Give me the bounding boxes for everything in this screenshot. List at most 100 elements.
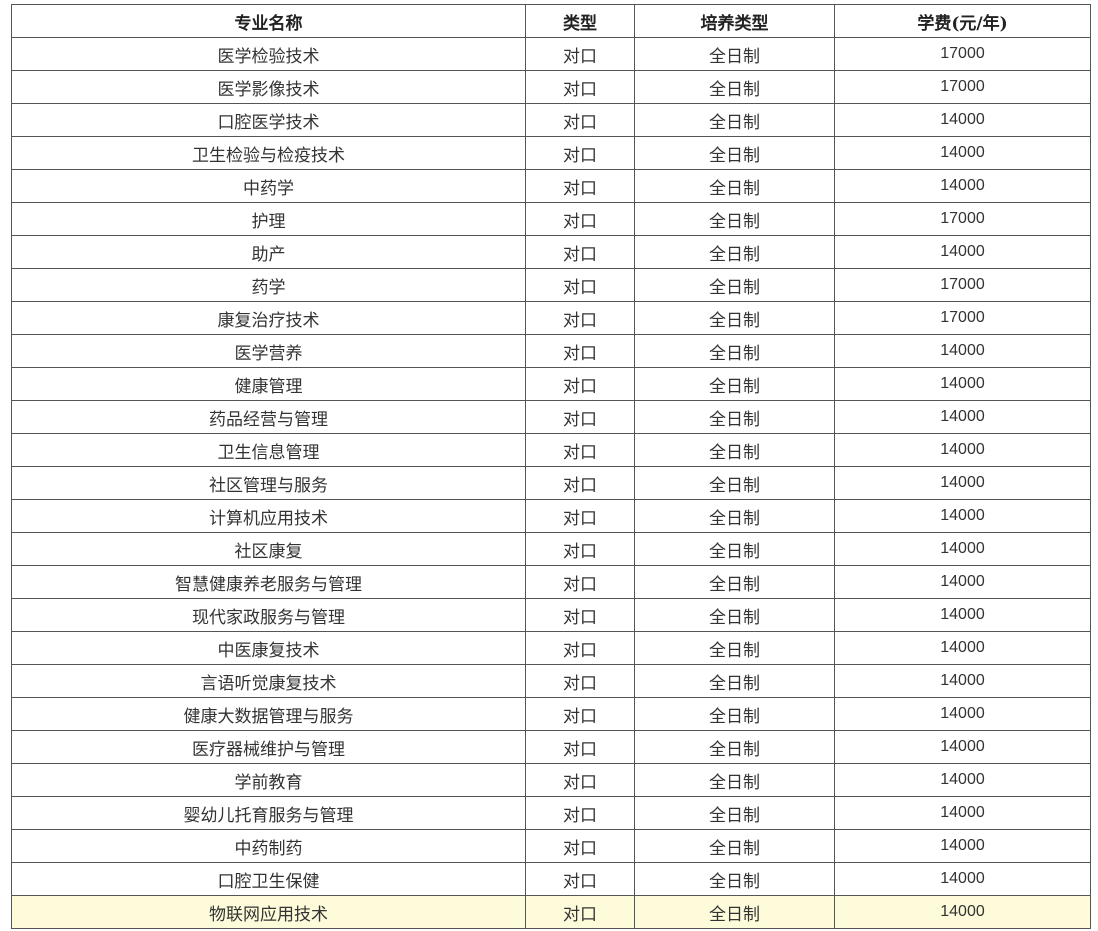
table-row: 医学影像技术 对口 全日制 17000 bbox=[11, 70, 1091, 104]
table-row: 言语听觉康复技术 对口 全日制 14000 bbox=[11, 664, 1091, 698]
cell-study-mode: 全日制 bbox=[634, 334, 835, 368]
cell-type: 对口 bbox=[525, 895, 635, 929]
table-row: 社区管理与服务 对口 全日制 14000 bbox=[11, 466, 1091, 500]
cell-tuition: 14000 bbox=[834, 433, 1091, 467]
table-row: 现代家政服务与管理 对口 全日制 14000 bbox=[11, 598, 1091, 632]
cell-type: 对口 bbox=[525, 466, 635, 500]
cell-tuition: 14000 bbox=[834, 862, 1091, 896]
cell-major-name: 康复治疗技术 bbox=[11, 301, 526, 335]
table-row: 药学 对口 全日制 17000 bbox=[11, 268, 1091, 302]
cell-tuition: 14000 bbox=[834, 697, 1091, 731]
cell-major-name: 中药学 bbox=[11, 169, 526, 203]
cell-major-name: 口腔卫生保健 bbox=[11, 862, 526, 896]
cell-tuition: 14000 bbox=[834, 895, 1091, 929]
cell-type: 对口 bbox=[525, 70, 635, 104]
cell-tuition: 14000 bbox=[834, 136, 1091, 170]
cell-major-name: 助产 bbox=[11, 235, 526, 269]
cell-type: 对口 bbox=[525, 301, 635, 335]
cell-type: 对口 bbox=[525, 763, 635, 797]
cell-type: 对口 bbox=[525, 829, 635, 863]
cell-tuition: 17000 bbox=[834, 70, 1091, 104]
cell-tuition: 17000 bbox=[834, 202, 1091, 236]
cell-tuition: 14000 bbox=[834, 235, 1091, 269]
cell-type: 对口 bbox=[525, 697, 635, 731]
cell-study-mode: 全日制 bbox=[634, 466, 835, 500]
cell-tuition: 14000 bbox=[834, 829, 1091, 863]
cell-study-mode: 全日制 bbox=[634, 532, 835, 566]
cell-study-mode: 全日制 bbox=[634, 400, 835, 434]
table-row: 康复治疗技术 对口 全日制 17000 bbox=[11, 301, 1091, 335]
cell-major-name: 计算机应用技术 bbox=[11, 499, 526, 533]
cell-type: 对口 bbox=[525, 367, 635, 401]
cell-major-name: 护理 bbox=[11, 202, 526, 236]
header-type: 类型 bbox=[525, 4, 635, 38]
table-row: 口腔医学技术 对口 全日制 14000 bbox=[11, 103, 1091, 137]
table-row: 护理 对口 全日制 17000 bbox=[11, 202, 1091, 236]
cell-type: 对口 bbox=[525, 202, 635, 236]
table-row: 健康管理 对口 全日制 14000 bbox=[11, 367, 1091, 401]
cell-study-mode: 全日制 bbox=[634, 235, 835, 269]
cell-major-name: 言语听觉康复技术 bbox=[11, 664, 526, 698]
cell-study-mode: 全日制 bbox=[634, 37, 835, 71]
header-study-mode: 培养类型 bbox=[634, 4, 835, 38]
cell-major-name: 婴幼儿托育服务与管理 bbox=[11, 796, 526, 830]
table-row: 卫生信息管理 对口 全日制 14000 bbox=[11, 433, 1091, 467]
cell-study-mode: 全日制 bbox=[634, 697, 835, 731]
cell-tuition: 17000 bbox=[834, 37, 1091, 71]
cell-type: 对口 bbox=[525, 400, 635, 434]
cell-major-name: 医学影像技术 bbox=[11, 70, 526, 104]
header-row: 专业名称 类型 培养类型 学费(元/年) bbox=[11, 4, 1091, 38]
cell-tuition: 14000 bbox=[834, 103, 1091, 137]
cell-type: 对口 bbox=[525, 334, 635, 368]
cell-type: 对口 bbox=[525, 532, 635, 566]
cell-type: 对口 bbox=[525, 565, 635, 599]
cell-study-mode: 全日制 bbox=[634, 763, 835, 797]
cell-major-name: 中医康复技术 bbox=[11, 631, 526, 665]
cell-major-name: 口腔医学技术 bbox=[11, 103, 526, 137]
cell-major-name: 卫生检验与检疫技术 bbox=[11, 136, 526, 170]
cell-study-mode: 全日制 bbox=[634, 895, 835, 929]
cell-type: 对口 bbox=[525, 862, 635, 896]
table-row: 中医康复技术 对口 全日制 14000 bbox=[11, 631, 1091, 665]
cell-study-mode: 全日制 bbox=[634, 268, 835, 302]
cell-study-mode: 全日制 bbox=[634, 829, 835, 863]
cell-major-name: 药学 bbox=[11, 268, 526, 302]
table-row: 物联网应用技术 对口 全日制 14000 bbox=[11, 895, 1091, 929]
table-row: 药品经营与管理 对口 全日制 14000 bbox=[11, 400, 1091, 434]
cell-major-name: 社区管理与服务 bbox=[11, 466, 526, 500]
cell-study-mode: 全日制 bbox=[634, 664, 835, 698]
table-row: 医学检验技术 对口 全日制 17000 bbox=[11, 37, 1091, 71]
cell-type: 对口 bbox=[525, 499, 635, 533]
cell-study-mode: 全日制 bbox=[634, 367, 835, 401]
cell-tuition: 14000 bbox=[834, 763, 1091, 797]
header-tuition: 学费(元/年) bbox=[834, 4, 1091, 38]
tuition-table: 专业名称 类型 培养类型 学费(元/年) 医学检验技术 对口 全日制 17000 医学影… bbox=[11, 4, 1091, 929]
cell-tuition: 14000 bbox=[834, 334, 1091, 368]
table-header: 专业名称 类型 培养类型 学费(元/年) bbox=[11, 4, 1091, 38]
cell-tuition: 14000 bbox=[834, 466, 1091, 500]
cell-tuition: 17000 bbox=[834, 268, 1091, 302]
table-row: 社区康复 对口 全日制 14000 bbox=[11, 532, 1091, 566]
cell-tuition: 14000 bbox=[834, 730, 1091, 764]
cell-study-mode: 全日制 bbox=[634, 598, 835, 632]
cell-study-mode: 全日制 bbox=[634, 565, 835, 599]
cell-tuition: 14000 bbox=[834, 532, 1091, 566]
cell-study-mode: 全日制 bbox=[634, 136, 835, 170]
cell-major-name: 健康大数据管理与服务 bbox=[11, 697, 526, 731]
table-row: 智慧健康养老服务与管理 对口 全日制 14000 bbox=[11, 565, 1091, 599]
cell-type: 对口 bbox=[525, 664, 635, 698]
cell-study-mode: 全日制 bbox=[634, 631, 835, 665]
cell-type: 对口 bbox=[525, 37, 635, 71]
cell-tuition: 14000 bbox=[834, 796, 1091, 830]
cell-type: 对口 bbox=[525, 730, 635, 764]
cell-major-name: 智慧健康养老服务与管理 bbox=[11, 565, 526, 599]
cell-type: 对口 bbox=[525, 136, 635, 170]
cell-major-name: 医学检验技术 bbox=[11, 37, 526, 71]
table-row: 口腔卫生保健 对口 全日制 14000 bbox=[11, 862, 1091, 896]
table-row: 计算机应用技术 对口 全日制 14000 bbox=[11, 499, 1091, 533]
cell-major-name: 现代家政服务与管理 bbox=[11, 598, 526, 632]
header-major-name: 专业名称 bbox=[11, 4, 526, 38]
cell-type: 对口 bbox=[525, 103, 635, 137]
cell-tuition: 14000 bbox=[834, 598, 1091, 632]
cell-major-name: 卫生信息管理 bbox=[11, 433, 526, 467]
